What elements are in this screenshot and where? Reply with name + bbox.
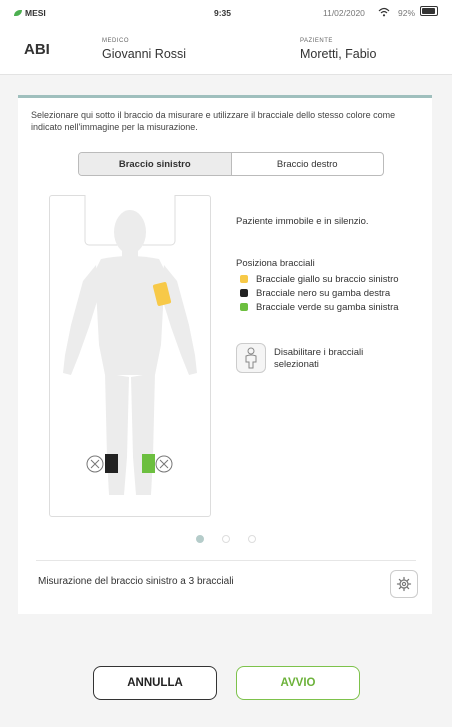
wifi-icon xyxy=(378,7,390,19)
doctor-label: MEDICO xyxy=(102,38,129,44)
carrier-label: MESI xyxy=(25,8,46,18)
body-diagram xyxy=(63,195,197,495)
arm-selector: Braccio sinistro Braccio destro xyxy=(78,152,384,176)
green-swatch xyxy=(240,303,248,311)
remove-cuff-left-leg-icon[interactable] xyxy=(155,455,173,473)
page-indicator xyxy=(196,535,256,543)
disable-cuffs-button[interactable]: Disabilitare i bracciali selezionati xyxy=(236,343,394,373)
carrier: MESI xyxy=(14,8,46,18)
start-button[interactable]: AVVIO xyxy=(236,666,360,700)
legend-item-yellow: Bracciale giallo su braccio sinistro xyxy=(240,272,399,286)
cuff-legend: Bracciale giallo su braccio sinistro Bra… xyxy=(240,272,399,314)
body-silhouette xyxy=(63,210,197,495)
mesi-logo-icon xyxy=(14,10,22,16)
measurement-summary: Misurazione del braccio sinistro a 3 bra… xyxy=(38,576,234,587)
legend-label: Bracciale nero su gamba destra xyxy=(256,287,391,299)
cuff-position-title: Posiziona bracciali xyxy=(236,258,315,269)
tab-left-arm[interactable]: Braccio sinistro xyxy=(79,153,232,175)
page-dot-1[interactable] xyxy=(196,535,204,543)
instructions-text: Selezionare qui sotto il braccio da misu… xyxy=(31,110,396,132)
battery-icon xyxy=(420,6,438,16)
gear-icon xyxy=(396,576,412,592)
disable-cuffs-label: Disabilitare i bracciali selezionati xyxy=(274,347,364,370)
black-swatch xyxy=(240,289,248,297)
person-icon xyxy=(236,343,266,373)
yellow-swatch xyxy=(240,275,248,283)
app-title: ABI xyxy=(24,41,50,58)
date: 11/02/2020 xyxy=(323,8,365,18)
patient-label: PAZIENTE xyxy=(300,38,333,44)
header: ABI MEDICO Giovanni Rossi PAZIENTE Moret… xyxy=(0,24,452,75)
green-cuff-left-leg xyxy=(142,454,155,473)
battery-percent: 92% xyxy=(398,8,416,18)
legend-label: Bracciale verde su gamba sinistra xyxy=(256,301,399,313)
tab-right-arm[interactable]: Braccio destro xyxy=(232,153,384,175)
status-bar: MESI 9:35 11/02/2020 92% xyxy=(0,0,452,24)
black-cuff-right-leg xyxy=(105,454,118,473)
patient-instruction: Paziente immobile e in silenzio. xyxy=(236,216,369,227)
legend-label: Bracciale giallo su braccio sinistro xyxy=(256,273,399,285)
page-dot-2[interactable] xyxy=(222,535,230,543)
cancel-button[interactable]: ANNULLA xyxy=(93,666,217,700)
doctor-name: Giovanni Rossi xyxy=(102,47,187,61)
page-dot-3[interactable] xyxy=(248,535,256,543)
remove-cuff-right-leg-icon[interactable] xyxy=(86,455,104,473)
legend-item-black: Bracciale nero su gamba destra xyxy=(240,286,399,300)
patient-name: Moretti, Fabio xyxy=(300,47,377,61)
legend-item-green: Bracciale verde su gamba sinistra xyxy=(240,300,399,314)
measurement-card: Selezionare qui sotto il braccio da misu… xyxy=(18,95,432,614)
clock: 9:35 xyxy=(214,8,232,18)
divider xyxy=(36,560,416,561)
settings-button[interactable] xyxy=(390,570,418,598)
